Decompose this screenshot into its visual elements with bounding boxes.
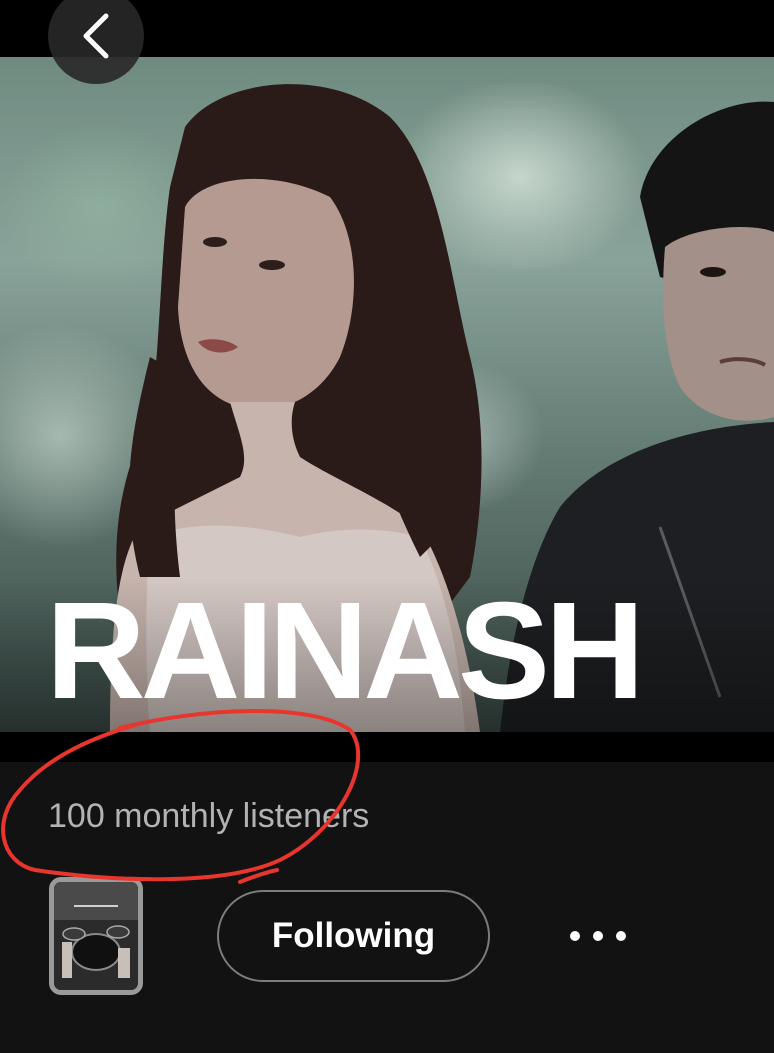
following-button[interactable]: Following — [217, 890, 490, 982]
artist-pick-thumbnail[interactable] — [49, 877, 143, 995]
monthly-listeners: 100 monthly listeners — [48, 797, 370, 835]
artist-name: RAINASH — [46, 574, 645, 728]
hero-divider — [0, 732, 774, 762]
chevron-left-icon — [83, 13, 109, 59]
more-horizontal-icon — [570, 931, 626, 941]
drum-kit-image — [54, 882, 138, 990]
more-options-button[interactable] — [560, 905, 640, 967]
